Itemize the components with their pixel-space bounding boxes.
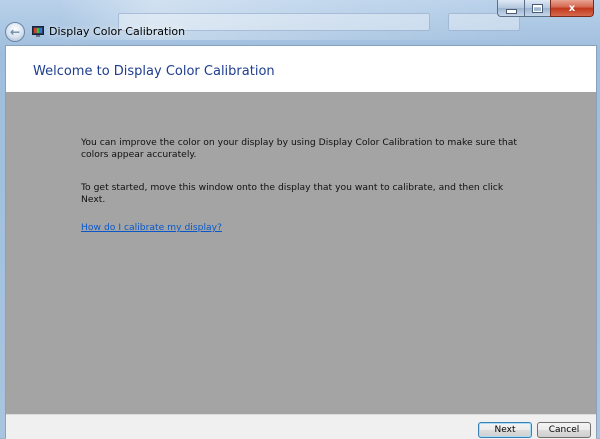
page-header: Welcome to Display Color Calibration bbox=[6, 46, 596, 92]
instruction-paragraph: To get started, move this window onto th… bbox=[81, 182, 504, 205]
minimize-button[interactable] bbox=[497, 0, 524, 17]
close-icon: x bbox=[568, 2, 576, 14]
intro-paragraph: You can improve the color on your displa… bbox=[81, 137, 517, 160]
client-area: Welcome to Display Color Calibration You… bbox=[5, 45, 597, 439]
content-area: You can improve the color on your displa… bbox=[6, 92, 596, 414]
maximize-button[interactable] bbox=[524, 0, 550, 17]
next-button[interactable]: Next bbox=[478, 422, 532, 438]
close-button[interactable]: x bbox=[550, 0, 594, 17]
caption-buttons: x bbox=[497, 0, 594, 18]
display-color-calibration-icon bbox=[32, 26, 44, 37]
help-link[interactable]: How do I calibrate my display? bbox=[81, 222, 222, 233]
cancel-button[interactable]: Cancel bbox=[537, 422, 591, 438]
back-arrow-icon: ← bbox=[9, 25, 21, 39]
footer-bar: Next Cancel bbox=[6, 414, 596, 439]
page-title: Welcome to Display Color Calibration bbox=[33, 64, 275, 79]
minimize-icon bbox=[505, 8, 517, 14]
back-button[interactable]: ← bbox=[5, 22, 25, 42]
maximize-icon bbox=[532, 3, 543, 13]
window-title: Display Color Calibration bbox=[49, 25, 186, 38]
